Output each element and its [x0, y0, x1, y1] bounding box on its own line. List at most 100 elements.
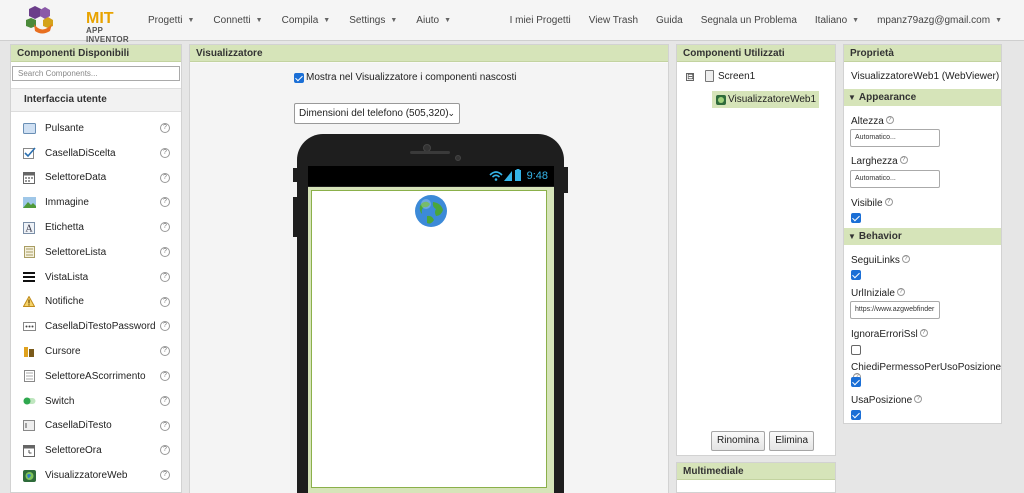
menu-build[interactable]: Compila ▼	[282, 15, 331, 26]
media-panel: Multimediale	[676, 462, 836, 493]
palette-item-label-component[interactable]: A Etichetta ?	[11, 215, 181, 240]
height-label: Altezza	[851, 116, 884, 127]
tree-actions: Rinomina Elimina	[711, 431, 818, 451]
rename-button[interactable]: Rinomina	[711, 431, 766, 451]
chevron-down-icon: ⌄	[447, 108, 455, 118]
language-label: Italiano	[814, 15, 848, 26]
webviewer-component[interactable]	[311, 190, 547, 488]
menu-build-label: Compila	[281, 15, 319, 26]
account-dropdown[interactable]: mpanz79azg@gmail.com ▼	[877, 15, 1002, 26]
delete-button[interactable]: Elimina	[769, 431, 815, 451]
help-icon[interactable]: ?	[160, 197, 170, 208]
search-components-input[interactable]	[12, 66, 180, 81]
palette-item-label: Immagine	[45, 197, 89, 209]
palette-item-notifier[interactable]: Notifiche ?	[11, 290, 181, 315]
palette-item-switch[interactable]: Switch ?	[11, 389, 181, 414]
height-input[interactable]: Automatico...	[850, 129, 940, 147]
top-bar: MIT APP INVENTOR Progetti ▼ Connetti ▼ Com…	[0, 0, 1024, 44]
show-hidden-components-toggle[interactable]: Mostra nel Visualizzatore i componenti n…	[294, 72, 516, 83]
collapse-icon[interactable]: ⊟	[686, 73, 694, 81]
my-projects-link[interactable]: I miei Progetti	[510, 15, 571, 26]
help-icon[interactable]: ?	[160, 321, 170, 332]
main-menu: Progetti ▼ Connetti ▼ Compila ▼ Settings ▼ A…	[148, 0, 470, 41]
palette-item-spinner[interactable]: SelettoreAScorrimento ?	[11, 364, 181, 389]
phone-size-select[interactable]: Dimensioni del telefono (505,320) ⌄	[294, 103, 460, 124]
component-tree: ⊟ Screen1 VisualizzatoreWeb1	[677, 62, 835, 456]
help-icon[interactable]: ?	[885, 116, 894, 124]
caret-down-icon: ▼	[444, 17, 452, 24]
account-email: mpanz79azg@gmail.com	[877, 15, 991, 26]
phone-size-value: Dimensioni del telefono (505,320)	[299, 108, 449, 119]
palette-item-image[interactable]: Immagine ?	[11, 190, 181, 215]
help-icon[interactable]: ?	[160, 470, 170, 481]
help-icon[interactable]: ?	[914, 395, 923, 403]
tree-node-screen1[interactable]: Screen1	[705, 70, 755, 82]
palette-item-checkbox[interactable]: CasellaDiScelta ?	[11, 141, 181, 166]
view-trash-link[interactable]: View Trash	[589, 15, 638, 26]
media-title[interactable]: Multimediale	[677, 463, 835, 480]
help-icon[interactable]: ?	[160, 395, 170, 406]
homeurl-input[interactable]: https://www.azgwebfinder	[850, 301, 940, 319]
palette-item-slider[interactable]: Cursore ?	[11, 339, 181, 364]
menu-connect[interactable]: Connetti ▼	[213, 15, 262, 26]
category-user-interface[interactable]: Interfaccia utente	[11, 88, 181, 112]
help-icon[interactable]: ?	[160, 420, 170, 431]
app-inventor-logo[interactable]: MIT APP INVENTOR	[26, 4, 136, 44]
help-icon[interactable]: ?	[919, 329, 928, 337]
help-icon[interactable]: ?	[160, 370, 170, 381]
ignoressl-checkbox[interactable]	[851, 345, 861, 355]
image-icon	[22, 197, 36, 209]
menu-connect-label: Connetti	[213, 15, 251, 26]
palette-item-textbox[interactable]: CasellaDiTesto ?	[11, 414, 181, 439]
section-appearance[interactable]: ▼ Appearance	[844, 89, 1001, 106]
palette-item-webviewer[interactable]: VisualizzatoreWeb ?	[11, 463, 181, 488]
section-behavior[interactable]: ▼ Behavior	[844, 228, 1001, 245]
palette-item-listpicker[interactable]: SelettoreLista ?	[11, 240, 181, 265]
phone-screen[interactable]	[308, 187, 554, 493]
palette-item-label: CasellaDiScelta	[45, 147, 116, 159]
help-icon[interactable]: ?	[884, 198, 893, 206]
properties-title: Proprietà	[844, 45, 1001, 62]
palette-item-label: Etichetta	[45, 222, 84, 234]
report-problem-link[interactable]: Segnala un Problema	[701, 15, 797, 26]
help-icon[interactable]: ?	[160, 296, 170, 307]
palette-item-timepicker[interactable]: SelettoreOra ?	[11, 438, 181, 463]
show-hidden-label: Mostra nel Visualizzatore i componenti n…	[306, 72, 517, 83]
tree-node-webviewer1[interactable]: VisualizzatoreWeb1	[712, 91, 820, 108]
language-menu[interactable]: Italiano ▼	[815, 15, 859, 26]
palette-item-passwordtextbox[interactable]: CasellaDiTestoPassword ?	[11, 314, 181, 339]
password-icon	[22, 321, 36, 333]
help-icon[interactable]: ?	[160, 147, 170, 158]
help-icon[interactable]: ?	[160, 222, 170, 233]
help-icon[interactable]: ?	[899, 156, 908, 164]
calendar-icon	[22, 171, 36, 184]
palette-item-label: Notifiche	[45, 296, 84, 308]
palette-item-button[interactable]: Pulsante ?	[11, 116, 181, 141]
menu-projects[interactable]: Progetti ▼	[148, 15, 194, 26]
palette-item-datepicker[interactable]: SelettoreData ?	[11, 166, 181, 191]
guide-link[interactable]: Guida	[656, 15, 683, 26]
clock-icon	[22, 444, 36, 457]
help-icon[interactable]: ?	[160, 246, 170, 257]
menu-settings-label: Settings	[349, 15, 386, 26]
help-icon[interactable]: ?	[901, 255, 910, 263]
help-icon[interactable]: ?	[160, 172, 170, 183]
help-icon[interactable]: ?	[160, 346, 170, 357]
followlinks-checkbox[interactable]	[851, 270, 861, 280]
help-icon[interactable]: ?	[160, 271, 170, 282]
show-hidden-checkbox[interactable]	[294, 72, 304, 83]
palette-item-listview[interactable]: VistaLista ?	[11, 265, 181, 290]
menu-settings[interactable]: Settings ▼	[349, 15, 397, 26]
width-input[interactable]: Automatico...	[850, 170, 940, 188]
help-icon[interactable]: ?	[160, 123, 170, 133]
promptgeo-checkbox[interactable]	[851, 377, 861, 387]
help-icon[interactable]: ?	[160, 445, 170, 456]
help-icon[interactable]: ?	[896, 288, 905, 296]
usegeo-checkbox[interactable]	[851, 410, 861, 420]
visible-property: Visibile?	[851, 198, 893, 209]
menu-help[interactable]: Aiuto ▼	[416, 15, 451, 26]
caret-down-icon: ▼	[323, 17, 331, 24]
viewer-panel: Visualizzatore Mostra nel Visualizzatore…	[189, 44, 669, 493]
followlinks-property: SeguiLinks?	[851, 255, 910, 266]
visible-checkbox[interactable]	[851, 213, 861, 223]
